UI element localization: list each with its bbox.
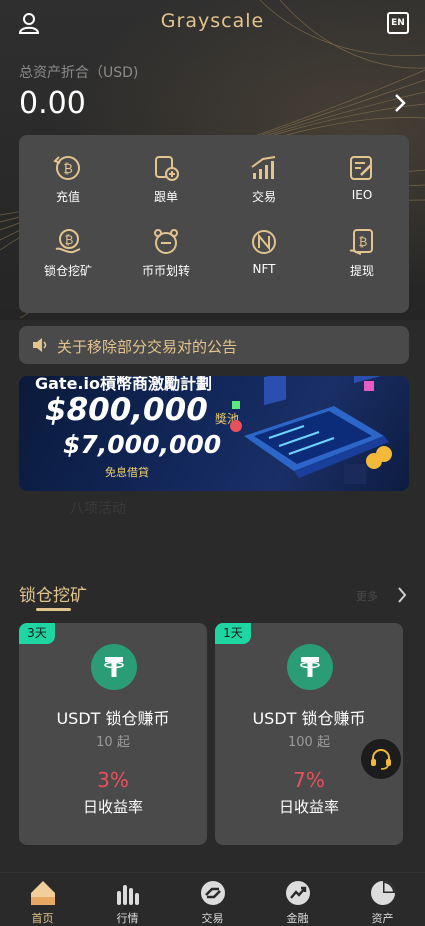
menu-item-lock-mining[interactable]: ₿ 锁仓挖矿 xyxy=(19,227,117,297)
tether-icon xyxy=(104,657,124,677)
nav-label: 金融 xyxy=(286,912,309,925)
headset-icon xyxy=(371,749,391,770)
transfer-icon xyxy=(154,229,178,254)
duration-badge: 3天 xyxy=(19,623,55,644)
menu-label: NFT xyxy=(252,262,276,276)
nav-label: 首页 xyxy=(31,912,54,925)
banner-prize-pool-amount: $800,000 xyxy=(45,392,208,428)
customer-support-button[interactable] xyxy=(361,739,401,779)
nav-label: 资产 xyxy=(371,912,394,925)
announcement-text: 关于移除部分交易对的公告 xyxy=(57,338,238,356)
tether-icon xyxy=(300,657,320,677)
product-name: USDT 锁仓赚币 xyxy=(252,709,366,728)
product-minimum: 10 起 xyxy=(96,735,130,750)
menu-item-nft[interactable]: NFT xyxy=(215,227,313,297)
banner-ghost-text: 八项活动 xyxy=(70,501,126,517)
usdt-coin-icon xyxy=(91,644,137,690)
menu-item-withdraw[interactable]: ₿ 提现 xyxy=(313,227,411,297)
product-rate-label: 日收益率 xyxy=(278,798,339,816)
home-icon xyxy=(30,881,55,905)
nav-label: 交易 xyxy=(201,912,224,925)
product-rate-label: 日收益率 xyxy=(82,798,143,816)
menu-label: 充值 xyxy=(55,190,80,204)
section-title-lock-mining: 锁仓挖矿 xyxy=(19,586,87,606)
quick-menu: ₿ 充值 跟单 交易 IEO ₿ 锁仓挖矿 币币划转 NFT ₿ 提现 xyxy=(19,135,409,313)
bottom-navigation: 首页 行情 交易 金融 资产 xyxy=(0,872,425,926)
nav-item-assets[interactable]: 资产 xyxy=(340,879,425,926)
speaker-icon xyxy=(33,338,47,352)
chevron-right-icon[interactable] xyxy=(393,92,407,114)
menu-label: IEO xyxy=(351,188,373,202)
total-assets-label: 总资产折合（USD) xyxy=(19,65,139,81)
menu-item-copy-trade[interactable]: 跟单 xyxy=(117,153,215,223)
nav-item-home[interactable]: 首页 xyxy=(0,879,85,926)
product-card[interactable]: 1天 USDT 锁仓赚币 100 起 7% 日收益率 xyxy=(215,623,403,845)
menu-item-trade[interactable]: 交易 xyxy=(215,153,313,223)
announcement-bar[interactable]: 关于移除部分交易对的公告 xyxy=(19,326,409,364)
banner-loan-amount: $7,000,000 xyxy=(63,430,222,459)
market-icon xyxy=(116,885,139,905)
menu-label: 交易 xyxy=(251,190,276,204)
withdraw-icon: ₿ xyxy=(349,229,373,255)
menu-label: 币币划转 xyxy=(141,264,190,278)
lock-mining-icon: ₿ xyxy=(55,229,81,254)
section-underline xyxy=(36,608,71,611)
total-assets-value: 0.00 xyxy=(19,86,86,121)
menu-item-deposit[interactable]: ₿ 充值 xyxy=(19,153,117,223)
menu-item-transfer[interactable]: 币币划转 xyxy=(117,227,215,297)
duration-badge: 1天 xyxy=(215,623,251,644)
product-name: USDT 锁仓赚币 xyxy=(56,709,170,728)
nft-icon xyxy=(252,230,276,254)
nav-label: 行情 xyxy=(116,912,139,925)
language-switch-button[interactable]: EN xyxy=(387,12,409,34)
svg-text:₿: ₿ xyxy=(63,162,73,177)
promo-banner[interactable]: Gate.io槓幣商激勵計劃 $800,000 獎池 $7,000,000 免息… xyxy=(19,376,409,491)
finance-icon xyxy=(285,881,310,905)
ieo-icon xyxy=(350,156,372,180)
menu-item-ieo[interactable]: IEO xyxy=(313,153,411,223)
product-card[interactable]: 3天 USDT 锁仓赚币 10 起 3% 日收益率 xyxy=(19,623,207,845)
menu-label: 提现 xyxy=(349,264,374,278)
copy-trade-icon xyxy=(155,156,179,181)
section-more-link[interactable]: 更多 xyxy=(356,588,378,604)
menu-label: 跟单 xyxy=(153,190,178,204)
trade-icon xyxy=(251,156,276,179)
svg-text:₿: ₿ xyxy=(359,235,368,249)
banner-loan-label: 免息借貸 xyxy=(105,466,149,479)
nav-item-trade[interactable]: 交易 xyxy=(170,879,255,926)
laptop-illustration xyxy=(230,376,392,484)
deposit-icon: ₿ xyxy=(53,156,80,180)
nav-item-finance[interactable]: 金融 xyxy=(255,879,340,926)
nav-item-market[interactable]: 行情 xyxy=(85,879,170,926)
assets-icon xyxy=(370,881,395,905)
usdt-coin-icon xyxy=(287,644,333,690)
app-title: Grayscale xyxy=(160,10,265,32)
product-rate: 3% xyxy=(97,768,129,792)
chevron-right-icon[interactable] xyxy=(397,586,407,604)
top-bar: Grayscale EN xyxy=(0,8,425,38)
trade-icon xyxy=(200,881,225,905)
menu-label: 锁仓挖矿 xyxy=(43,264,92,278)
svg-text:₿: ₿ xyxy=(65,233,74,247)
